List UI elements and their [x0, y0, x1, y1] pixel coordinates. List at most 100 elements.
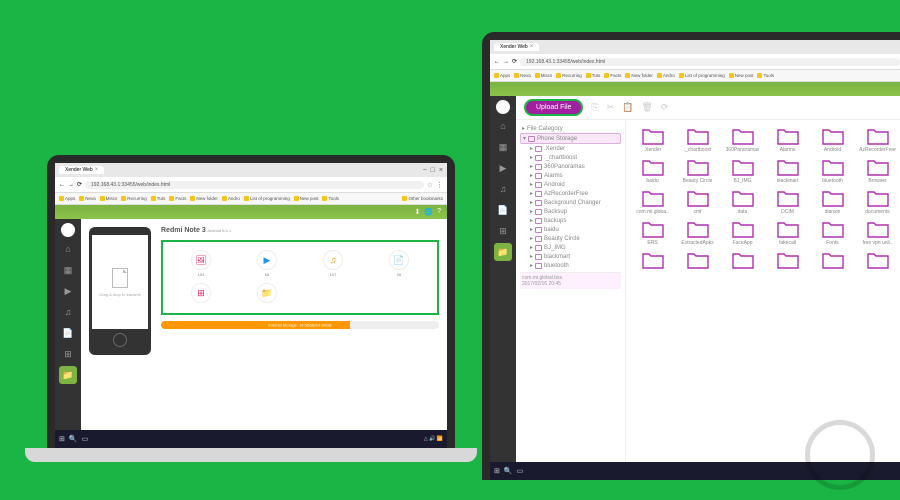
- close-icon[interactable]: ×: [439, 167, 443, 174]
- tree-item[interactable]: ▸ Beauty Circle: [520, 234, 621, 243]
- folder-item[interactable]: Android: [812, 126, 853, 153]
- tree-item[interactable]: ▸ ._chartboost: [520, 153, 621, 162]
- folder-item[interactable]: Browser: [857, 157, 898, 184]
- start-icon[interactable]: ⊞: [59, 435, 65, 443]
- copy-icon[interactable]: ⎘: [591, 102, 598, 113]
- task-view-icon[interactable]: ▭: [82, 435, 89, 443]
- bookmark-item[interactable]: New folder: [190, 196, 218, 201]
- bookmark-item[interactable]: Andro: [222, 196, 240, 201]
- folder-item[interactable]: [857, 250, 898, 271]
- sidebar-files-icon[interactable]: 📁: [59, 366, 77, 384]
- help-icon[interactable]: ?: [437, 208, 441, 216]
- download-icon[interactable]: ⬇: [415, 208, 421, 216]
- bookmark-item[interactable]: Tuts: [586, 73, 601, 78]
- folder-item[interactable]: [812, 250, 853, 271]
- sidebar-video-icon[interactable]: ▶: [494, 159, 512, 177]
- bookmark-item[interactable]: List of programming: [679, 73, 725, 78]
- tree-item[interactable]: ▸ baidu: [520, 225, 621, 234]
- minimize-icon[interactable]: −: [423, 167, 427, 174]
- folder-item[interactable]: free vpn unli..: [857, 219, 898, 246]
- sidebar-video-icon[interactable]: ▶: [59, 282, 77, 300]
- tree-item[interactable]: ▸ BJ_IMG: [520, 243, 621, 252]
- category-apps[interactable]: ⊞: [171, 283, 231, 305]
- bookmark-item[interactable]: Tools: [322, 196, 339, 201]
- folder-item[interactable]: .Xender: [632, 126, 673, 153]
- bookmark-item[interactable]: Tuts: [151, 196, 166, 201]
- delete-icon[interactable]: 🗑: [641, 102, 652, 113]
- bookmark-item[interactable]: Apps: [494, 73, 510, 78]
- upload-file-button[interactable]: Upload File: [524, 99, 583, 116]
- bookmark-item[interactable]: Facts: [169, 196, 186, 201]
- sidebar-files-icon[interactable]: 📁: [494, 243, 512, 261]
- back-icon[interactable]: ←: [59, 182, 65, 188]
- sidebar-apps-icon[interactable]: ⊞: [59, 345, 77, 363]
- maximize-icon[interactable]: □: [431, 167, 435, 174]
- bookmark-item[interactable]: New post: [294, 196, 319, 201]
- folder-item[interactable]: Fonts: [812, 219, 853, 246]
- tab-close-icon[interactable]: ×: [530, 44, 534, 50]
- sidebar-image-icon[interactable]: ▦: [494, 138, 512, 156]
- cut-icon[interactable]: ✂: [607, 102, 615, 113]
- folder-item[interactable]: Beauty Circle: [677, 157, 718, 184]
- url-field[interactable]: 192.168.43.1:33455/web/index.html: [520, 58, 900, 66]
- bookmark-item[interactable]: Apps: [59, 196, 75, 201]
- sidebar-music-icon[interactable]: ♫: [494, 180, 512, 198]
- forward-icon[interactable]: →: [503, 59, 509, 65]
- reload-icon[interactable]: ⟳: [77, 181, 82, 188]
- other-bookmarks[interactable]: Other bookmarks: [402, 196, 443, 201]
- forward-icon[interactable]: →: [68, 182, 74, 188]
- folder-item[interactable]: ExtractedApks: [677, 219, 718, 246]
- folder-item[interactable]: [632, 250, 673, 271]
- menu-icon[interactable]: ⋮: [436, 181, 443, 189]
- tab-close-icon[interactable]: ×: [95, 167, 99, 173]
- bookmark-item[interactable]: Facts: [604, 73, 621, 78]
- bookmark-item[interactable]: Recurring: [121, 196, 147, 201]
- tree-item[interactable]: ▸ blackmart: [520, 252, 621, 261]
- folder-item[interactable]: documents: [857, 188, 898, 215]
- folder-item[interactable]: DCIM: [767, 188, 808, 215]
- star-icon[interactable]: ☆: [427, 181, 433, 189]
- sidebar-doc-icon[interactable]: 📄: [59, 324, 77, 342]
- tree-item[interactable]: ▸ Alarms: [520, 171, 621, 180]
- bookmark-item[interactable]: Andro: [657, 73, 675, 78]
- tree-item[interactable]: ▸ Background Changer: [520, 198, 621, 207]
- avatar-icon[interactable]: [61, 223, 75, 237]
- refresh-icon[interactable]: ⟳: [661, 102, 669, 113]
- url-field[interactable]: 192.168.43.1:33455/web/index.html: [85, 181, 424, 189]
- tree-category-header[interactable]: ▸ File Category: [520, 124, 621, 133]
- sidebar-image-icon[interactable]: ▦: [59, 261, 77, 279]
- bookmark-item[interactable]: Recurring: [556, 73, 582, 78]
- folder-item[interactable]: blackmart: [767, 157, 808, 184]
- tree-item[interactable]: ▸ bluetooth: [520, 261, 621, 270]
- tree-item[interactable]: ▸ backups: [520, 216, 621, 225]
- task-view-icon[interactable]: ▭: [517, 467, 524, 475]
- bookmark-item[interactable]: List of programming: [244, 196, 290, 201]
- sidebar-music-icon[interactable]: ♫: [59, 303, 77, 321]
- tree-phone-storage[interactable]: ▾ Phone Storage: [520, 133, 621, 144]
- folder-item[interactable]: Alarms: [767, 126, 808, 153]
- sidebar-apps-icon[interactable]: ⊞: [494, 222, 512, 240]
- folder-item[interactable]: FaceApp: [722, 219, 763, 246]
- sidebar-doc-icon[interactable]: 📄: [494, 201, 512, 219]
- tree-item[interactable]: ▸ AzRecorderFree: [520, 189, 621, 198]
- bookmark-item[interactable]: Tools: [757, 73, 774, 78]
- back-icon[interactable]: ←: [494, 59, 500, 65]
- folder-item[interactable]: dianxin: [812, 188, 853, 215]
- category-music[interactable]: ♫107: [303, 250, 363, 277]
- folder-item[interactable]: [767, 250, 808, 271]
- category-images[interactable]: 🖼154: [171, 250, 231, 277]
- bookmark-item[interactable]: Neva: [79, 196, 96, 201]
- start-icon[interactable]: ⊞: [494, 467, 500, 475]
- tree-item[interactable]: ▸ Android: [520, 180, 621, 189]
- folder-item[interactable]: data: [722, 188, 763, 215]
- folder-item[interactable]: [722, 250, 763, 271]
- tree-item[interactable]: ▸ Backsup: [520, 207, 621, 216]
- folder-item[interactable]: 360Panoramas: [722, 126, 763, 153]
- folder-item[interactable]: cmf: [677, 188, 718, 215]
- system-tray[interactable]: △ 🔊 📶: [424, 436, 443, 442]
- folder-item[interactable]: [677, 250, 718, 271]
- bookmark-item[interactable]: Miscs: [535, 73, 553, 78]
- paste-icon[interactable]: 📋: [622, 102, 633, 113]
- tree-item[interactable]: ▸ .Xender: [520, 144, 621, 153]
- sidebar-home-icon[interactable]: ⌂: [59, 240, 77, 258]
